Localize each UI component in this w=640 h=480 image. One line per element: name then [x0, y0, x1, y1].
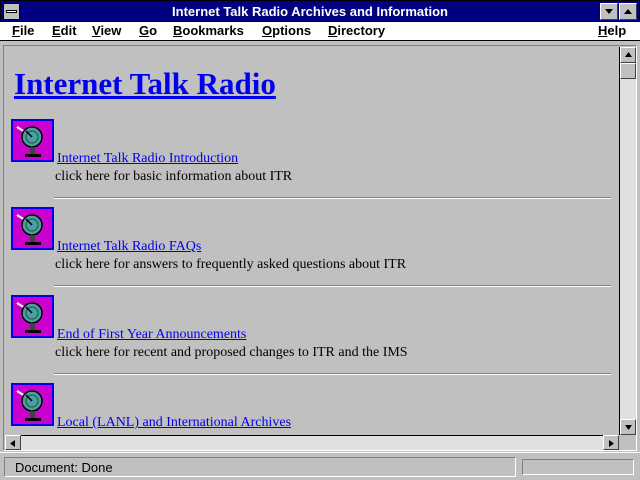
menu-options[interactable]: Options	[262, 23, 311, 38]
system-menu-icon	[6, 10, 17, 13]
scroll-down-button[interactable]	[620, 419, 636, 435]
list-item: End of First Year Announcements click he…	[11, 295, 611, 383]
divider	[54, 197, 611, 199]
minimize-button[interactable]	[600, 3, 618, 20]
status-field: Document: Done	[4, 457, 516, 477]
satellite-dish-icon[interactable]	[11, 207, 54, 250]
horizontal-scrollbar[interactable]	[5, 435, 619, 450]
scroll-right-button[interactable]	[603, 435, 619, 450]
entry-description: click here for basic information about I…	[55, 169, 293, 184]
document-view: Internet Talk Radio Internet Talk Radio …	[5, 48, 618, 436]
satellite-dish-icon[interactable]	[11, 295, 54, 338]
progress-indicator	[522, 459, 634, 475]
entry-link[interactable]: Internet Talk Radio FAQs	[57, 239, 201, 255]
menu-bookmarks[interactable]: Bookmarks	[173, 23, 244, 38]
arrow-down-icon	[625, 425, 632, 430]
arrow-right-icon	[609, 440, 614, 447]
entry-description: click here for recent and proposed chang…	[55, 345, 408, 360]
scroll-up-button[interactable]	[620, 47, 636, 63]
menu-edit[interactable]: Edit	[52, 23, 77, 38]
scroll-left-button[interactable]	[5, 435, 21, 450]
vertical-scroll-thumb[interactable]	[620, 63, 636, 79]
menu-bar: File Edit View Go Bookmarks Options Dire…	[0, 22, 640, 41]
divider	[54, 373, 611, 375]
entry-link[interactable]: Internet Talk Radio Introduction	[57, 151, 238, 167]
vertical-scrollbar[interactable]	[619, 47, 636, 435]
arrow-left-icon	[10, 440, 15, 447]
status-text: Document: Done	[15, 460, 113, 475]
scrollbar-corner	[619, 435, 636, 450]
entry-link[interactable]: Local (LANL) and International Archives	[57, 415, 291, 431]
list-item: Internet Talk Radio Introduction click h…	[11, 119, 611, 207]
list-item: Local (LANL) and International Archives	[11, 383, 611, 436]
menu-view[interactable]: View	[92, 23, 121, 38]
satellite-dish-icon[interactable]	[11, 119, 54, 162]
menu-go[interactable]: Go	[139, 23, 157, 38]
status-bar: Document: Done	[0, 452, 640, 480]
entry-description: click here for answers to frequently ask…	[55, 257, 407, 272]
page-heading-link[interactable]: Internet Talk Radio	[14, 66, 276, 102]
menu-help[interactable]: Help	[598, 23, 626, 38]
system-menu-button[interactable]	[3, 3, 20, 20]
minimize-icon	[605, 9, 613, 14]
title-bar: Internet Talk Radio Archives and Informa…	[0, 0, 640, 22]
maximize-icon	[624, 9, 632, 14]
list-item: Internet Talk Radio FAQs click here for …	[11, 207, 611, 295]
window-title: Internet Talk Radio Archives and Informa…	[172, 4, 448, 19]
entry-link[interactable]: End of First Year Announcements	[57, 327, 246, 343]
satellite-dish-icon[interactable]	[11, 383, 54, 426]
menu-file[interactable]: File	[12, 23, 34, 38]
divider	[54, 285, 611, 287]
maximize-button[interactable]	[619, 3, 637, 20]
arrow-up-icon	[625, 52, 632, 57]
menu-directory[interactable]: Directory	[328, 23, 385, 38]
